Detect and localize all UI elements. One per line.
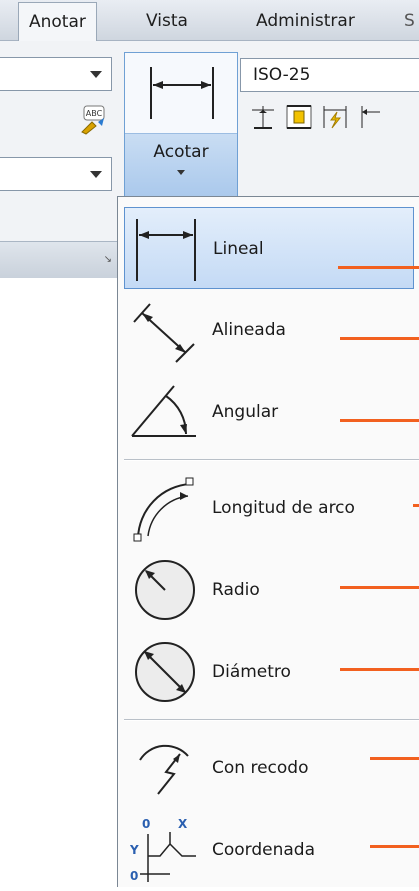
continue-dimension-icon[interactable] — [248, 102, 278, 132]
menu-item-label: Radio — [212, 580, 260, 600]
panel-title-bar: ↘ — [0, 241, 122, 278]
svg-text:0: 0 — [142, 817, 150, 831]
arc-length-icon — [133, 477, 194, 542]
svg-text:ABC: ABC — [86, 109, 103, 118]
callout-line — [370, 757, 419, 760]
acotar-dropdown-trigger[interactable]: Acotar — [125, 134, 237, 199]
menu-item-con-recodo[interactable]: Con recodo — [124, 727, 414, 809]
menu-item-alineada[interactable]: Alineada — [124, 289, 414, 371]
callout-line — [413, 504, 419, 507]
menu-item-longitud-de-arco[interactable]: Longitud de arco — [124, 467, 414, 549]
acotar-button-top[interactable] — [125, 53, 237, 134]
menu-item-label: Lineal — [213, 239, 264, 259]
menu-item-coordenada[interactable]: 0 X Y 0 Coordenada — [124, 809, 414, 891]
svg-text:0: 0 — [130, 869, 138, 883]
jogged-dimension-icon — [139, 744, 189, 795]
tab-administrar[interactable]: Administrar — [256, 0, 355, 40]
acotar-label: Acotar — [153, 142, 209, 162]
menu-item-label: Con recodo — [212, 758, 309, 778]
menu-item-label: Diámetro — [212, 662, 291, 682]
menu-item-label: Longitud de arco — [212, 498, 355, 518]
ribbon-tab-bar: Anotar Vista Administrar S — [0, 0, 419, 43]
chevron-down-icon — [90, 171, 102, 178]
chevron-down-icon — [177, 170, 185, 175]
callout-line — [340, 586, 419, 589]
aligned-dimension-icon — [133, 303, 195, 363]
menu-separator — [124, 459, 419, 461]
callout-line — [340, 419, 419, 422]
tab-partial[interactable]: S — [404, 0, 419, 40]
baseline-dimension-icon[interactable] — [356, 102, 386, 132]
menu-item-label: Angular — [212, 402, 279, 422]
menu-item-angular[interactable]: Angular — [124, 371, 414, 453]
callout-line — [340, 337, 419, 340]
angular-dimension-icon — [131, 385, 196, 437]
radius-dimension-icon — [135, 560, 195, 620]
dimension-space-icon[interactable] — [284, 102, 314, 132]
ordinate-dimension-icon: 0 X Y 0 — [130, 817, 196, 883]
chevron-down-icon — [90, 71, 102, 78]
check-spelling-icon[interactable]: ABC — [78, 104, 110, 136]
linear-dimension-icon — [150, 67, 214, 119]
tab-anotar[interactable]: Anotar — [18, 2, 97, 43]
layer-combo[interactable] — [0, 157, 112, 191]
callout-line — [370, 845, 419, 848]
callout-line — [340, 668, 419, 671]
diameter-dimension-icon — [135, 642, 195, 702]
svg-text:X: X — [178, 817, 188, 831]
callout-line — [338, 266, 419, 269]
dimension-dropdown-menu: Lineal Alineada Angular Longitud de arco — [117, 196, 419, 887]
text-style-combo[interactable] — [0, 57, 112, 91]
menu-item-radio[interactable]: Radio — [124, 549, 414, 631]
dimension-style-combo[interactable]: ISO-25 — [240, 58, 419, 92]
acotar-split-button[interactable]: Acotar — [124, 52, 238, 200]
menu-item-lineal[interactable]: Lineal — [124, 207, 414, 289]
tab-vista[interactable]: Vista — [146, 0, 188, 40]
menu-separator — [124, 719, 419, 721]
menu-item-diametro[interactable]: Diámetro — [124, 631, 414, 713]
svg-text:Y: Y — [130, 843, 139, 857]
panel-launcher-icon[interactable]: ↘ — [104, 254, 112, 265]
menu-item-label: Alineada — [212, 320, 286, 340]
menu-item-label: Coordenada — [212, 840, 316, 860]
dimension-break-icon[interactable] — [320, 102, 350, 132]
linear-dimension-icon — [136, 219, 196, 281]
